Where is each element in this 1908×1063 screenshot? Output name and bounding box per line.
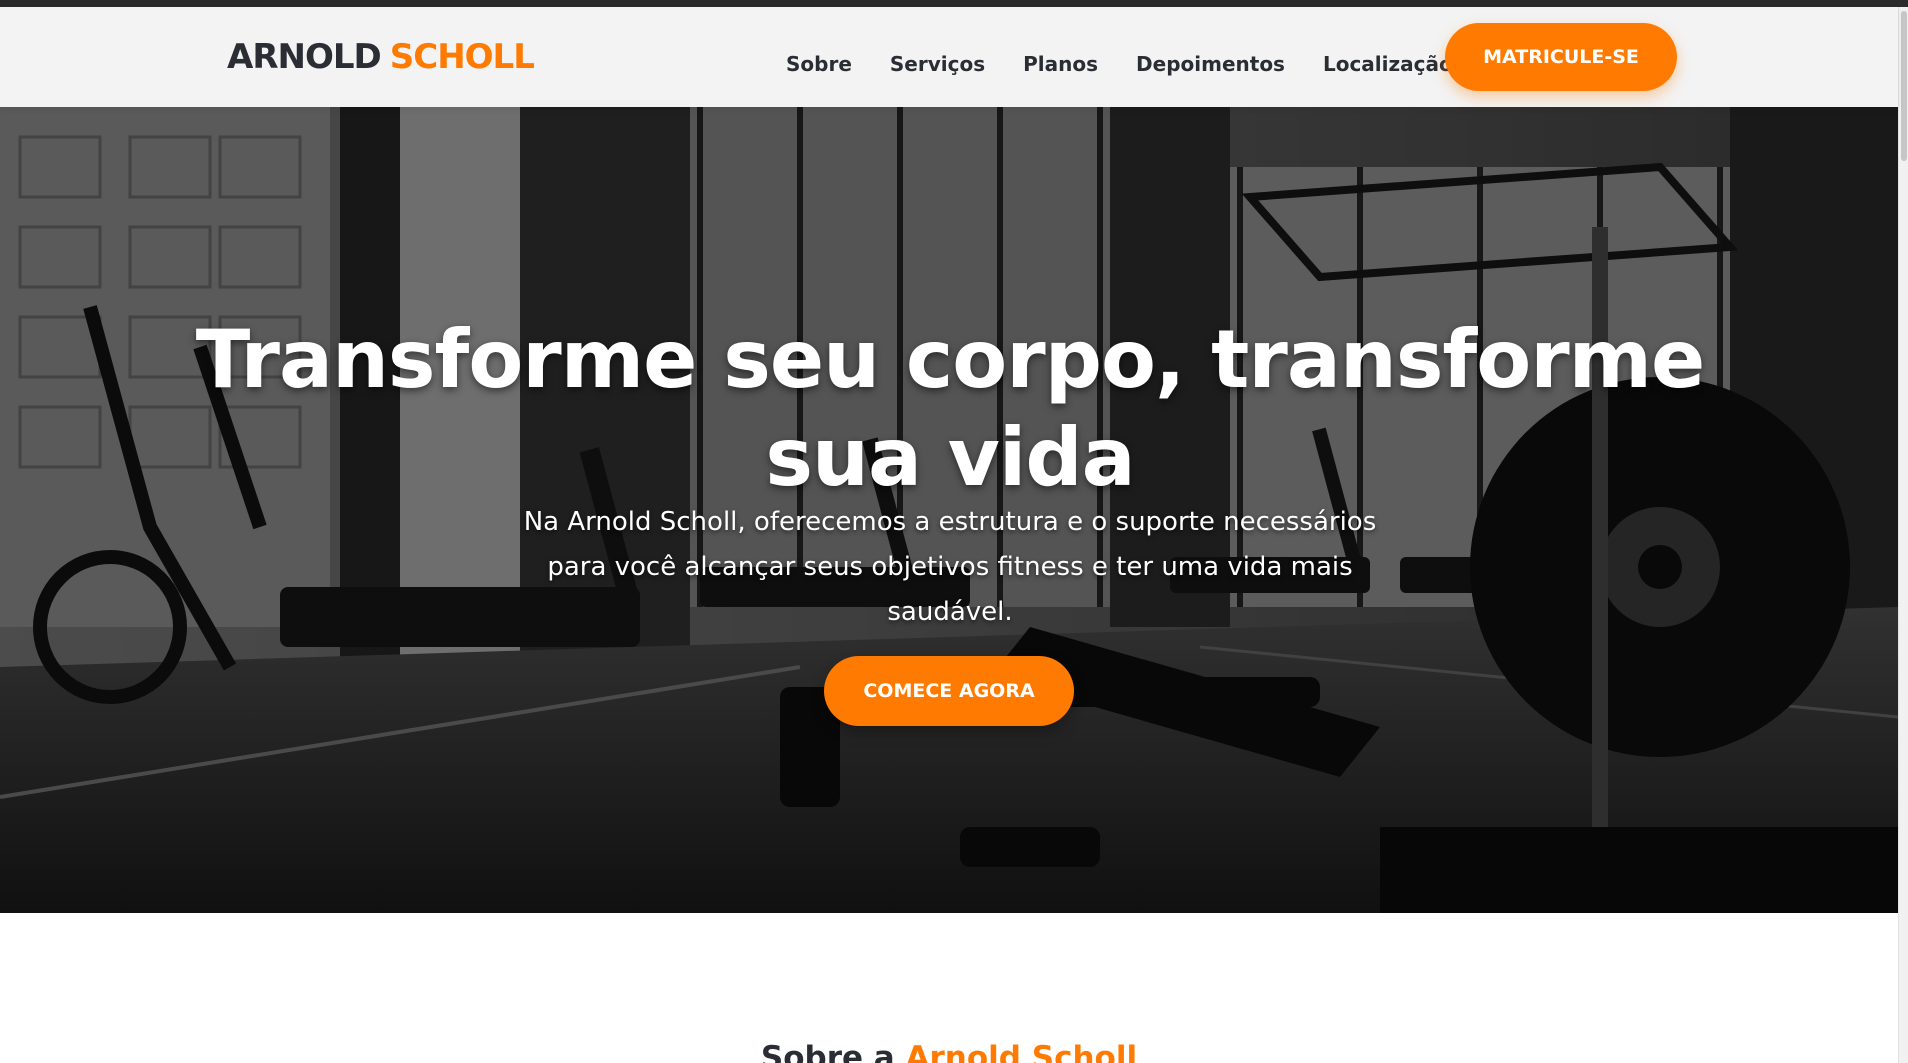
window-top-strip bbox=[0, 0, 1908, 7]
browser-window: ARNOLD SCHOLL Sobre Serviços Planos Depoi… bbox=[0, 0, 1908, 1063]
enroll-button[interactable]: MATRICULE-SE bbox=[1445, 23, 1677, 91]
logo-part-1: ARNOLD bbox=[227, 37, 382, 77]
nav-link-sobre[interactable]: Sobre bbox=[786, 44, 852, 84]
about-title-prefix: Sobre a bbox=[760, 1039, 895, 1063]
brand-logo[interactable]: ARNOLD SCHOLL bbox=[227, 37, 535, 77]
about-title-accent: Arnold Scholl bbox=[905, 1039, 1138, 1063]
nav-link-servicos[interactable]: Serviços bbox=[890, 44, 985, 84]
scrollbar-thumb[interactable] bbox=[1901, 11, 1907, 161]
hero-title: Transforme seu corpo, transforme sua vid… bbox=[195, 312, 1706, 504]
hero-subtitle: Na Arnold Scholl, oferecemos a estrutura… bbox=[523, 507, 1377, 627]
about-section-title: Sobre a Arnold Scholl bbox=[0, 1031, 1898, 1063]
nav-link-planos[interactable]: Planos bbox=[1023, 44, 1098, 84]
main-nav: Sobre Serviços Planos Depoimentos Locali… bbox=[786, 44, 1491, 84]
site-header: ARNOLD SCHOLL Sobre Serviços Planos Depoi… bbox=[0, 7, 1898, 107]
nav-link-localizacao[interactable]: Localização bbox=[1323, 44, 1453, 84]
nav-link-depoimentos[interactable]: Depoimentos bbox=[1136, 44, 1285, 84]
hero-section: Transforme seu corpo, transforme sua vid… bbox=[0, 107, 1898, 913]
start-now-button[interactable]: COMECE AGORA bbox=[824, 656, 1074, 726]
logo-part-2: SCHOLL bbox=[389, 37, 535, 77]
page-scrollbar[interactable] bbox=[1898, 7, 1908, 1063]
